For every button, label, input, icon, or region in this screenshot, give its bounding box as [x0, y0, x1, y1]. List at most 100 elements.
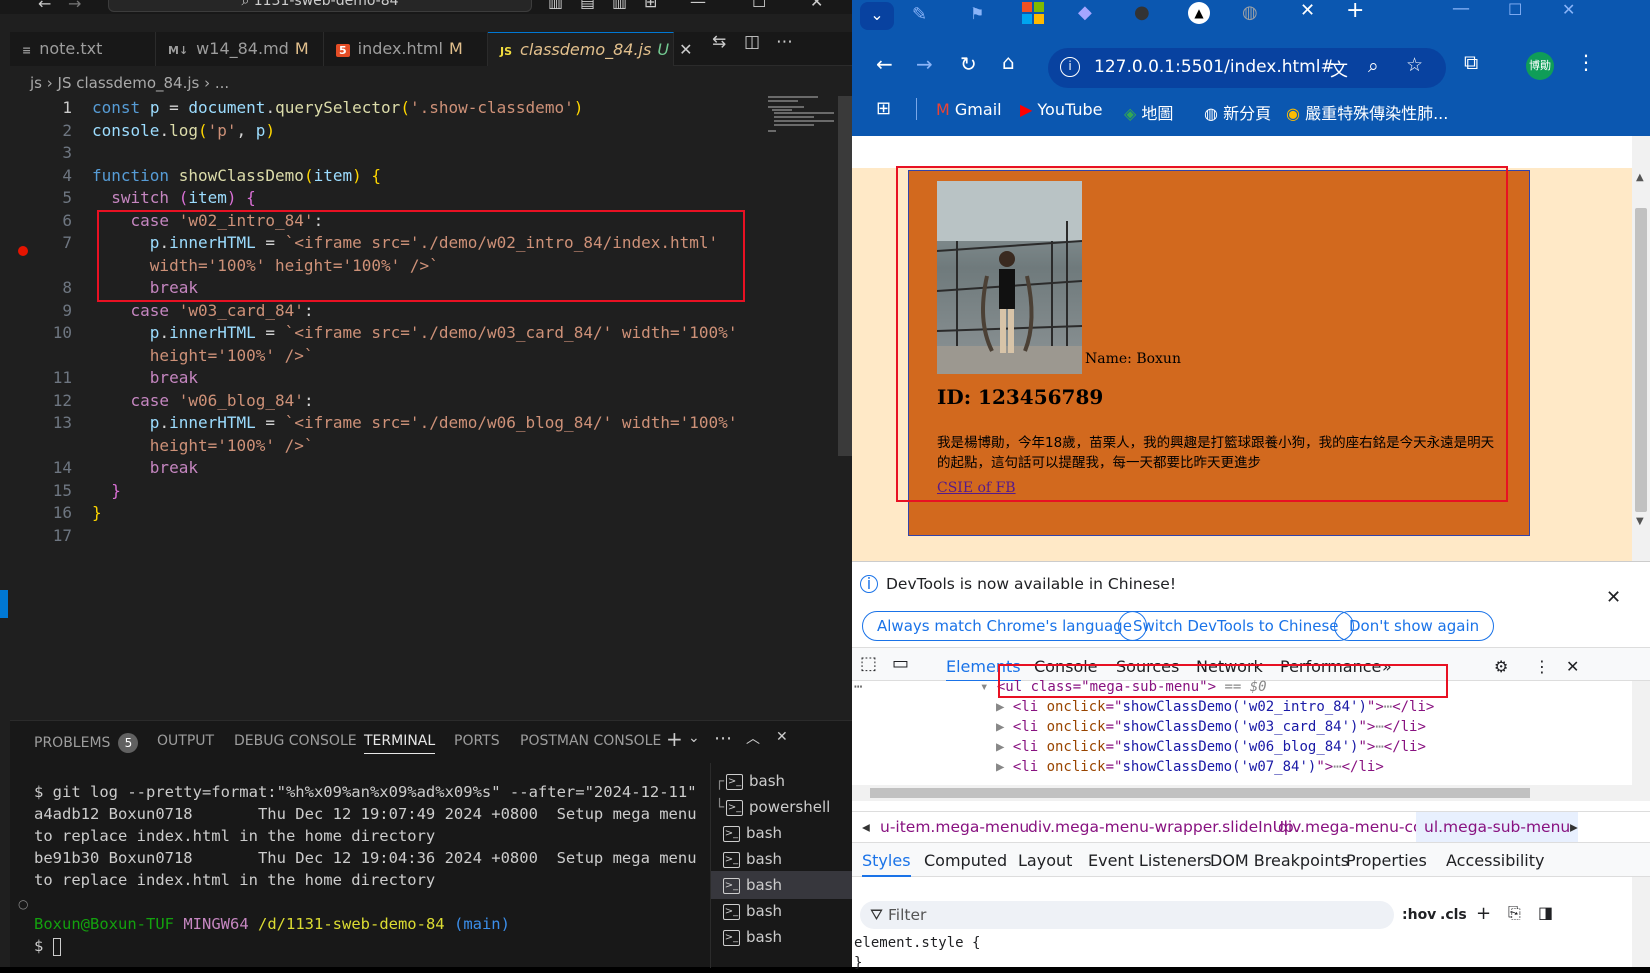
terminal-item[interactable]: >_ bash: [711, 923, 853, 951]
tab-styles[interactable]: Styles: [862, 851, 911, 877]
tab-terminal[interactable]: TERMINAL: [364, 733, 436, 754]
new-terminal-icon[interactable]: +: [666, 727, 683, 751]
dom-li-node[interactable]: ▶ <li onclick="showClassDemo('w02_intro_…: [996, 697, 1434, 717]
forward-icon[interactable]: →: [916, 52, 933, 76]
terminal-item[interactable]: ┌ >_ bash: [711, 767, 853, 795]
terminal-item[interactable]: >_ bash: [711, 845, 853, 873]
dom-hscrollbar[interactable]: [852, 785, 1632, 801]
tab-output[interactable]: OUTPUT: [157, 733, 214, 749]
tab-event-listeners[interactable]: Event Listeners: [1088, 851, 1212, 870]
element-style-rule[interactable]: element.style { }: [854, 933, 980, 973]
teams-icon[interactable]: ◆: [1078, 2, 1092, 23]
bookmark-newtab[interactable]: ◍ 新分頁: [1204, 100, 1271, 124]
elements-dom-tree[interactable]: ⋯ ▾ <ul class="mega-sub-menu"> == $0 ▶ <…: [852, 679, 1650, 801]
address-bar[interactable]: i 127.0.0.1:5501/index.html# 文 ⌕ ☆: [1048, 48, 1446, 88]
zoom-icon[interactable]: ⌕: [1368, 55, 1379, 77]
tab-dom-breakpoints[interactable]: DOM Breakpoints: [1210, 851, 1349, 870]
tab-index-html[interactable]: 5 index.html M: [324, 32, 488, 66]
open-changes-icon[interactable]: ⇆: [712, 32, 726, 66]
styles-scrollbar[interactable]: [1632, 877, 1650, 967]
globe-icon[interactable]: ◍: [1242, 2, 1258, 23]
code-line[interactable]: 17: [10, 524, 830, 547]
crumb-scroll-left-icon[interactable]: ◂: [862, 818, 870, 836]
breakpoint-icon[interactable]: [18, 246, 28, 256]
close-notice-icon[interactable]: ✕: [1606, 587, 1621, 608]
close-panel-icon[interactable]: ✕: [776, 729, 788, 745]
code-line[interactable]: 3: [10, 141, 830, 164]
bookmark-maps[interactable]: ◈ 地圖: [1124, 100, 1173, 124]
minimize-icon[interactable]: —: [690, 0, 706, 11]
terminal-item[interactable]: >_ bash: [711, 897, 853, 925]
minimap[interactable]: [768, 96, 834, 136]
device-toolbar-icon[interactable]: ▭: [892, 653, 909, 674]
inspect-element-icon[interactable]: ⬚: [860, 653, 877, 674]
close-window-icon[interactable]: ✕: [810, 0, 823, 11]
tab-note-txt[interactable]: ≡ note.txt: [10, 32, 156, 66]
toggle-sidebar-icon[interactable]: ◨: [1538, 903, 1553, 922]
maximize-panel-icon[interactable]: ︿: [746, 728, 760, 748]
tab-properties[interactable]: Properties: [1346, 851, 1427, 870]
toggle-sidebar-icon[interactable]: ▥: [548, 0, 563, 11]
close-tab-icon[interactable]: ✕: [679, 40, 692, 59]
code-line[interactable]: height='100%' />`: [10, 434, 830, 457]
extensions-icon[interactable]: ⧉: [1464, 50, 1478, 74]
customize-layout-icon[interactable]: ⊞: [644, 0, 657, 11]
tab-w14-md[interactable]: M↓ w14_84.md M: [156, 32, 324, 66]
toggle-secondary-sidebar-icon[interactable]: ▥: [612, 0, 627, 11]
maximize-icon[interactable]: ☐: [1508, 0, 1522, 19]
bookmark-star-icon[interactable]: ☆: [1406, 54, 1423, 76]
split-editor-icon[interactable]: ◫: [744, 32, 760, 66]
translate-icon[interactable]: 文: [1330, 56, 1348, 82]
code-line[interactable]: 10 p.innerHTML = `<iframe src='./demo/w0…: [10, 321, 830, 344]
crumb-item[interactable]: div.mega-menu-col: [1278, 818, 1427, 836]
tab-classdemo-js[interactable]: JS classdemo_84.js U ✕: [488, 32, 692, 66]
code-line[interactable]: height='100%' />`: [10, 344, 830, 367]
dom-scrollbar[interactable]: [1632, 681, 1650, 801]
code-line[interactable]: 5 switch (item) {: [10, 186, 830, 209]
styles-filter-input[interactable]: ⛛ Filter: [860, 901, 1394, 929]
github-icon[interactable]: ●: [1134, 2, 1150, 23]
profile-avatar[interactable]: 博勛: [1526, 52, 1554, 80]
microsoft-icon[interactable]: [1022, 2, 1044, 24]
crumb-item-selected[interactable]: ul.mega-sub-menu: [1416, 812, 1579, 842]
tab-ports[interactable]: PORTS: [454, 733, 500, 749]
crumb-scroll-right-icon[interactable]: ▸: [1570, 818, 1578, 836]
code-line[interactable]: 16}: [10, 501, 830, 524]
reload-icon[interactable]: ↻: [960, 52, 977, 76]
code-line[interactable]: 4 function showClassDemo(item) {: [10, 164, 830, 187]
bookmark-gmail[interactable]: M Gmail: [936, 100, 1002, 119]
code-line[interactable]: 14 break: [10, 456, 830, 479]
new-style-rule-icon[interactable]: +: [1476, 903, 1491, 924]
dom-li-node[interactable]: ▶ <li onclick="showClassDemo('w07_84')">…: [996, 757, 1384, 777]
tab-debug-console[interactable]: DEBUG CONSOLE: [234, 733, 357, 749]
breadcrumb[interactable]: js › JS classdemo_84.js › ...: [30, 74, 229, 92]
crumb-item[interactable]: div.mega-menu-wrapper.slideInUp: [1028, 818, 1294, 836]
vercel-icon[interactable]: ▲: [1188, 2, 1210, 24]
back-icon[interactable]: ←: [38, 0, 51, 13]
close-window-icon[interactable]: ✕: [1562, 0, 1575, 19]
terminal-item[interactable]: └ >_ powershell: [711, 793, 853, 821]
cls-toggle[interactable]: .cls: [1440, 907, 1467, 923]
terminal-item[interactable]: >_ bash: [711, 819, 853, 847]
more-actions-icon[interactable]: ⋯: [776, 32, 793, 66]
terminal-item-selected[interactable]: >_ bash: [711, 871, 853, 899]
terminal-output[interactable]: $ git log --pretty=format:"%h%x09%an%x09…: [34, 781, 697, 957]
maximize-icon[interactable]: ☐: [752, 0, 766, 11]
code-line[interactable]: 1 const p = document.querySelector('.show…: [10, 96, 830, 119]
tab-favicon-icon[interactable]: ⚑: [970, 4, 984, 23]
always-match-language-button[interactable]: Always match Chrome's language: [862, 611, 1147, 641]
tab-postman-console[interactable]: POSTMAN CONSOLE: [520, 733, 661, 749]
dont-show-again-button[interactable]: Don't show again: [1334, 611, 1495, 641]
rendering-emulation-icon[interactable]: ⎘: [1508, 903, 1521, 923]
page-scrollbar[interactable]: ▲ ▼: [1632, 136, 1650, 561]
apps-grid-icon[interactable]: ⊞: [876, 98, 891, 119]
tab-computed[interactable]: Computed: [924, 851, 1007, 870]
editor-scrollbar[interactable]: [838, 96, 852, 456]
bookmark-covid[interactable]: ◉ 嚴重特殊傳染性肺...: [1286, 100, 1448, 124]
tab-problems[interactable]: PROBLEMS 5: [34, 733, 139, 753]
tab-layout[interactable]: Layout: [1018, 851, 1072, 870]
hov-toggle[interactable]: :hov: [1402, 907, 1436, 923]
back-icon[interactable]: ←: [876, 52, 893, 76]
tab-search-icon[interactable]: ⌄: [860, 2, 894, 30]
tab-favicon-icon[interactable]: ✎: [912, 4, 927, 25]
